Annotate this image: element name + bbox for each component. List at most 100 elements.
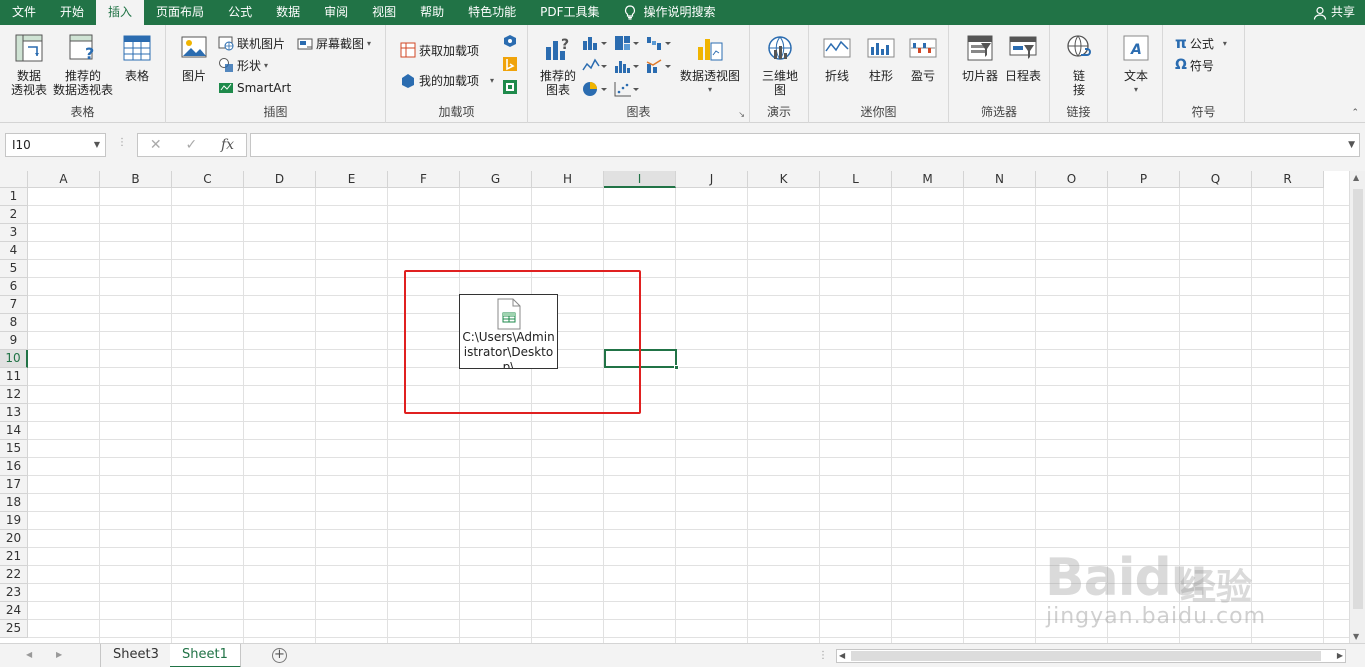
table-button[interactable]: 表格 (117, 33, 157, 83)
column-header-n[interactable]: N (964, 171, 1036, 188)
sparkline-column-button[interactable]: 柱形 (863, 33, 899, 83)
sparkline-winloss-button[interactable]: 盈亏 (905, 33, 941, 83)
column-header-j[interactable]: J (676, 171, 748, 188)
column-header-b[interactable]: B (100, 171, 172, 188)
recommended-pivottable-button[interactable]: ? 推荐的 数据透视表 (52, 33, 114, 97)
tab-file[interactable]: 文件 (0, 0, 48, 25)
pictures-button[interactable]: 图片 (176, 33, 212, 83)
column-header-k[interactable]: K (748, 171, 820, 188)
recommended-charts-button[interactable]: ? 推荐的 图表 (536, 33, 580, 97)
row-header-1[interactable]: 1 (0, 188, 28, 206)
column-header-l[interactable]: L (820, 171, 892, 188)
insert-function-icon[interactable]: fx (221, 137, 234, 153)
column-header-i[interactable]: I (604, 171, 676, 188)
row-header-17[interactable]: 17 (0, 476, 28, 494)
tab-view[interactable]: 视图 (360, 0, 408, 25)
row-header-25[interactable]: 25 (0, 620, 28, 638)
tab-split-handle[interactable]: ⋮ (818, 650, 828, 661)
column-header-g[interactable]: G (460, 171, 532, 188)
row-header-22[interactable]: 22 (0, 566, 28, 584)
column-header-c[interactable]: C (172, 171, 244, 188)
hierarchy-chart-icon[interactable] (614, 35, 640, 51)
column-header-m[interactable]: M (892, 171, 964, 188)
fill-handle[interactable] (674, 365, 679, 370)
formula-input[interactable]: ▼ (250, 133, 1360, 157)
smartart-button[interactable]: SmartArt (218, 78, 291, 98)
expand-formula-bar-icon[interactable]: ▼ (1348, 140, 1355, 150)
row-header-24[interactable]: 24 (0, 602, 28, 620)
vertical-scrollbar[interactable]: ▲ ▼ (1349, 171, 1365, 643)
tab-insert[interactable]: 插入 (96, 0, 145, 25)
online-pictures-button[interactable]: 联机图片 (218, 33, 285, 53)
text-button[interactable]: A 文本 ▾ (1118, 33, 1154, 97)
row-header-7[interactable]: 7 (0, 296, 28, 314)
pie-chart-icon[interactable] (582, 81, 608, 97)
row-header-20[interactable]: 20 (0, 530, 28, 548)
row-header-21[interactable]: 21 (0, 548, 28, 566)
pivotchart-button[interactable]: 数据透视图 ▾ (678, 33, 742, 97)
row-header-10[interactable]: 10 (0, 350, 28, 368)
prev-sheet-icon[interactable]: ◀ (26, 650, 32, 659)
column-header-r[interactable]: R (1252, 171, 1324, 188)
next-sheet-icon[interactable]: ▶ (56, 650, 62, 659)
3d-map-button[interactable]: 三维地 图 (758, 33, 802, 97)
formula-bar-resize-handle[interactable]: ⋮ (117, 137, 127, 148)
horizontal-scrollbar[interactable]: ◀ ▶ (836, 649, 1346, 663)
row-header-18[interactable]: 18 (0, 494, 28, 512)
scroll-down-icon[interactable]: ▼ (1353, 632, 1359, 641)
column-chart-icon[interactable] (582, 35, 608, 51)
column-header-h[interactable]: H (532, 171, 604, 188)
bing-maps-icon[interactable] (502, 56, 518, 72)
column-header-a[interactable]: A (28, 171, 100, 188)
row-header-8[interactable]: 8 (0, 314, 28, 332)
column-header-o[interactable]: O (1036, 171, 1108, 188)
column-header-p[interactable]: P (1108, 171, 1180, 188)
tab-data[interactable]: 数据 (264, 0, 312, 25)
scatter-chart-icon[interactable] (614, 81, 640, 97)
row-header-3[interactable]: 3 (0, 224, 28, 242)
row-header-12[interactable]: 12 (0, 386, 28, 404)
pivottable-button[interactable]: 数据 透视表 (8, 33, 50, 97)
symbol-button[interactable]: Ω 符号 (1175, 55, 1214, 75)
enter-icon[interactable]: ✓ (185, 137, 197, 153)
link-button[interactable]: 链 接 (1062, 33, 1096, 97)
screenshot-button[interactable]: 屏幕截图 ▾ (297, 33, 371, 53)
row-header-4[interactable]: 4 (0, 242, 28, 260)
statistic-chart-icon[interactable] (614, 58, 640, 74)
row-header-14[interactable]: 14 (0, 422, 28, 440)
sparkline-line-button[interactable]: 折线 (819, 33, 855, 83)
line-chart-icon[interactable] (582, 58, 608, 74)
share-button[interactable]: 共享 (1313, 0, 1355, 25)
horizontal-scroll-thumb[interactable] (851, 651, 1321, 661)
timeline-button[interactable]: 日程表 (1003, 33, 1043, 83)
people-graph-icon[interactable] (502, 33, 518, 49)
column-header-e[interactable]: E (316, 171, 388, 188)
tab-formulas[interactable]: 公式 (216, 0, 264, 25)
cancel-icon[interactable]: ✕ (150, 137, 162, 153)
row-header-2[interactable]: 2 (0, 206, 28, 224)
column-header-q[interactable]: Q (1180, 171, 1252, 188)
tab-help[interactable]: 帮助 (408, 0, 456, 25)
slicer-button[interactable]: 切片器 (959, 33, 1001, 83)
tab-page-layout[interactable]: 页面布局 (144, 0, 216, 25)
select-all-corner[interactable] (0, 171, 28, 188)
tab-review[interactable]: 审阅 (312, 0, 360, 25)
sheet-tab-sheet3[interactable]: Sheet3 (100, 644, 172, 667)
tab-home[interactable]: 开始 (48, 0, 96, 25)
equation-button[interactable]: π 公式 ▾ (1175, 33, 1227, 53)
scroll-left-icon[interactable]: ◀ (839, 651, 845, 660)
sheet-tab-sheet1[interactable]: Sheet1 (170, 644, 241, 667)
row-header-15[interactable]: 15 (0, 440, 28, 458)
vertical-scroll-thumb[interactable] (1353, 189, 1363, 609)
waterfall-chart-icon[interactable] (646, 35, 672, 51)
name-box[interactable]: I10 ▼ (5, 133, 106, 157)
tell-me-search[interactable]: 操作说明搜索 (612, 0, 728, 25)
row-header-5[interactable]: 5 (0, 260, 28, 278)
add-sheet-icon[interactable]: + (272, 648, 287, 663)
combo-chart-icon[interactable] (646, 58, 672, 74)
visio-icon[interactable] (502, 79, 518, 95)
row-header-23[interactable]: 23 (0, 584, 28, 602)
row-header-19[interactable]: 19 (0, 512, 28, 530)
row-header-13[interactable]: 13 (0, 404, 28, 422)
name-box-dropdown-icon[interactable]: ▼ (94, 140, 100, 149)
